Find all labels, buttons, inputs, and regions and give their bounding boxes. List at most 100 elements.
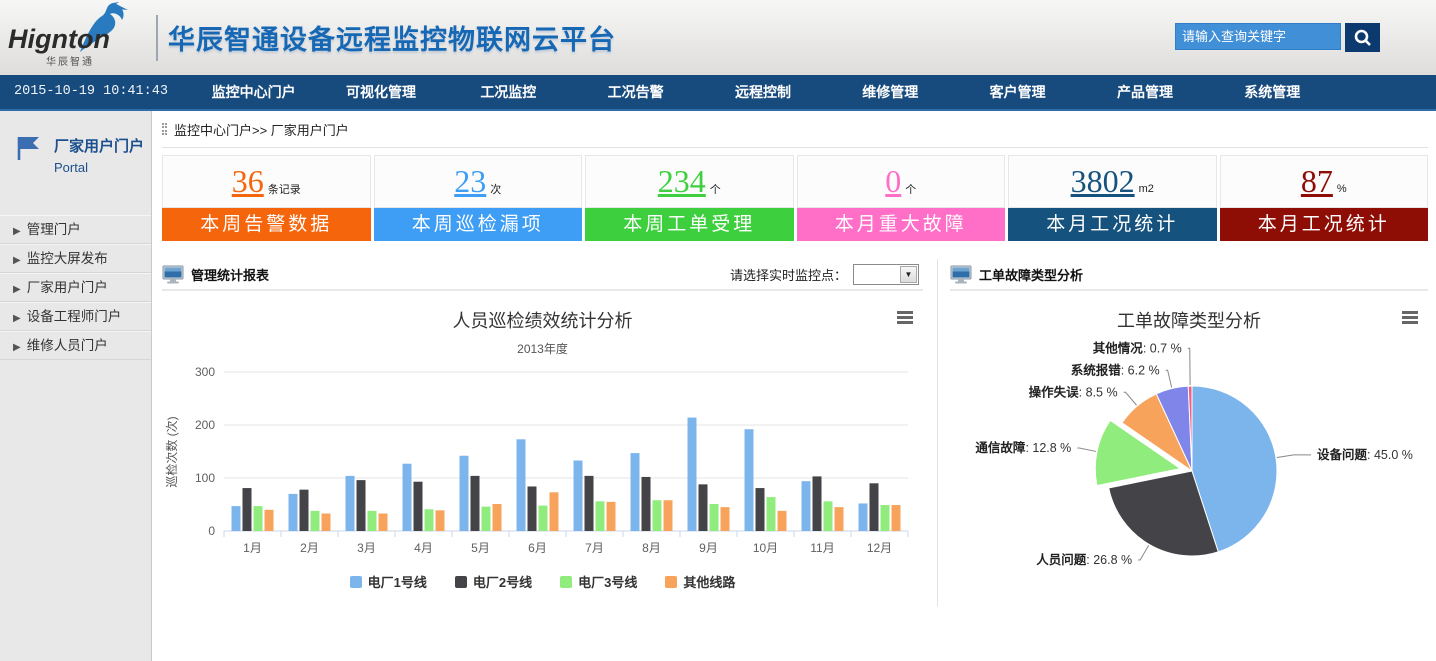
svg-text:4月: 4月: [414, 541, 433, 555]
stat-value-link[interactable]: 234: [658, 163, 706, 200]
stat-value-link[interactable]: 36: [232, 163, 264, 200]
svg-text:8月: 8月: [642, 541, 661, 555]
stat-label-bar[interactable]: 本周巡检漏项: [374, 208, 583, 241]
stat-card-6: 87%本月工况统计: [1220, 155, 1429, 241]
legend-item[interactable]: 其他线路: [665, 572, 735, 591]
nav-timestamp: 2015-10-19 10:41:43: [0, 75, 190, 109]
monitor-icon: [162, 265, 184, 284]
monitor-point-label: 请选择实时监控点：: [730, 265, 847, 284]
nav-item-condition-alarm[interactable]: 工况告警: [572, 75, 699, 109]
sidebar-item-admin-portal[interactable]: ▶管理门户: [0, 215, 151, 244]
bar-chart-legend: 电厂1号线 电厂2号线 电厂3号线 其他线路: [162, 572, 923, 591]
arrow-right-icon: ▶: [13, 284, 21, 295]
nav-item-remote-control[interactable]: 远程控制: [699, 75, 826, 109]
search-box: [1175, 23, 1380, 52]
legend-label: 其他线路: [683, 572, 735, 591]
company-logo: Hignton 华辰智通: [0, 0, 150, 75]
stat-value-link[interactable]: 0: [885, 163, 901, 200]
breadcrumb: 监控中心门户>> 厂家用户门户: [152, 111, 1436, 139]
panel-workorder-analysis: 工单故障类型分析 工单故障类型分析 设备问题: 45.0 %人员问题: 26.8…: [937, 259, 1428, 606]
stat-card-1: 36条记录本周告警数据: [162, 155, 371, 241]
legend-swatch-icon: [560, 576, 572, 588]
search-button[interactable]: [1345, 23, 1380, 52]
panel-header: 工单故障类型分析: [950, 259, 1428, 291]
stat-card-5: 3802 m2 本月工况统计: [1008, 155, 1217, 241]
logo-text: Hignton: [8, 24, 110, 55]
stat-value-link[interactable]: 87: [1301, 163, 1333, 200]
legend-item[interactable]: 电厂3号线: [560, 572, 637, 591]
select-dropdown-arrow-icon[interactable]: ▼: [900, 266, 917, 283]
monitor-point-select[interactable]: ▼: [853, 264, 919, 285]
stat-value-box: 36条记录: [162, 155, 371, 208]
stat-unit: m2: [1139, 183, 1154, 195]
stat-unit: 次: [490, 181, 501, 197]
svg-text:300: 300: [195, 365, 215, 379]
panel-title: 管理统计报表: [191, 265, 269, 284]
svg-text:人员问题: 26.8 %: 人员问题: 26.8 %: [1036, 552, 1132, 567]
stat-label-bar[interactable]: 本月工况统计: [1008, 208, 1217, 241]
monitor-icon: [950, 265, 972, 284]
svg-text:通信故障: 12.8 %: 通信故障: 12.8 %: [975, 440, 1071, 455]
nav-item-maintenance-management[interactable]: 维修管理: [827, 75, 954, 109]
pie-chart[interactable]: 设备问题: 45.0 %人员问题: 26.8 %通信故障: 12.8 %操作失误…: [950, 333, 1428, 601]
svg-text:系统报错: 6.2 %: 系统报错: 6.2 %: [1071, 362, 1160, 377]
legend-label: 电厂2号线: [473, 572, 532, 591]
nav-item-product-management[interactable]: 产品管理: [1081, 75, 1208, 109]
svg-text:11月: 11月: [810, 541, 834, 555]
legend-swatch-icon: [665, 576, 677, 588]
logo-divider: [156, 15, 158, 61]
nav-item-visual-management[interactable]: 可视化管理: [317, 75, 444, 109]
site-title: 华辰智通设备远程监控物联网云平台: [168, 18, 616, 57]
stat-value-link[interactable]: 3802: [1071, 163, 1135, 200]
stat-label-bar[interactable]: 本周告警数据: [162, 208, 371, 241]
legend-item[interactable]: 电厂1号线: [350, 572, 427, 591]
svg-text:其他情况: 0.7 %: 其他情况: 0.7 %: [1093, 340, 1182, 355]
svg-text:7月: 7月: [585, 541, 604, 555]
stat-value-box: 87%: [1220, 155, 1429, 208]
sidebar-item-screen-publish[interactable]: ▶监控大屏发布: [0, 244, 151, 273]
stat-value-box: 3802 m2: [1008, 155, 1217, 208]
panel-title: 工单故障类型分析: [979, 265, 1083, 284]
sidebar-menu: ▶管理门户▶监控大屏发布▶厂家用户门户▶设备工程师门户▶维修人员门户: [0, 215, 151, 360]
svg-text:12月: 12月: [867, 541, 892, 555]
bar-chart[interactable]: 30020010001月2月3月4月5月6月7月8月9月10月11月12月巡检次…: [162, 357, 920, 559]
stat-label-bar[interactable]: 本周工单受理: [585, 208, 794, 241]
arrow-right-icon: ▶: [13, 255, 21, 266]
legend-label: 电厂1号线: [368, 572, 427, 591]
breadcrumb-text: 监控中心门户>> 厂家用户门户: [174, 120, 349, 139]
main-content: 监控中心门户>> 厂家用户门户 36条记录本周告警数据23次本周巡检漏项234个…: [152, 111, 1436, 661]
svg-text:1月: 1月: [243, 541, 262, 555]
chart-menu-icon[interactable]: [897, 311, 913, 326]
legend-label: 电厂3号线: [578, 572, 637, 591]
stat-unit: 个: [710, 181, 721, 197]
pie-chart-title: 工单故障类型分析: [950, 307, 1428, 333]
stat-label-bar[interactable]: 本月重大故障: [797, 208, 1006, 241]
stat-unit: %: [1337, 183, 1347, 195]
nav-item-customer-management[interactable]: 客户管理: [954, 75, 1081, 109]
stat-value-link[interactable]: 23: [454, 163, 486, 200]
svg-text:操作失误: 8.5 %: 操作失误: 8.5 %: [1029, 384, 1118, 399]
panel-management-report: 管理统计报表 请选择实时监控点： ▼ 人员巡检绩效统计分析 2013年度 300…: [162, 259, 937, 606]
stat-card-2: 23次本周巡检漏项: [374, 155, 583, 241]
sidebar-item-repair-portal[interactable]: ▶维修人员门户: [0, 331, 151, 360]
arrow-right-icon: ▶: [13, 342, 21, 353]
svg-text:2月: 2月: [300, 541, 319, 555]
logo-subtext: 华辰智通: [46, 53, 94, 68]
svg-text:9月: 9月: [699, 541, 718, 555]
flag-icon: [16, 135, 42, 161]
sidebar-item-factory-portal[interactable]: ▶厂家用户门户: [0, 273, 151, 302]
svg-text:10月: 10月: [753, 541, 778, 555]
search-icon: [1353, 28, 1373, 48]
stat-value-box: 0个: [797, 155, 1006, 208]
sidebar-item-engineer-portal[interactable]: ▶设备工程师门户: [0, 302, 151, 331]
stat-card-3: 234个本周工单受理: [585, 155, 794, 241]
nav-item-monitoring-center[interactable]: 监控中心门户: [190, 75, 317, 109]
nav-item-system-management[interactable]: 系统管理: [1209, 75, 1336, 109]
nav-item-condition-monitor[interactable]: 工况监控: [445, 75, 572, 109]
app-header: Hignton 华辰智通 华辰智通设备远程监控物联网云平台: [0, 0, 1436, 75]
search-input[interactable]: [1175, 23, 1341, 50]
chart-menu-icon[interactable]: [1402, 311, 1418, 326]
legend-item[interactable]: 电厂2号线: [455, 572, 532, 591]
bar-chart-subtitle: 2013年度: [162, 340, 923, 357]
stat-label-bar[interactable]: 本月工况统计: [1220, 208, 1429, 241]
